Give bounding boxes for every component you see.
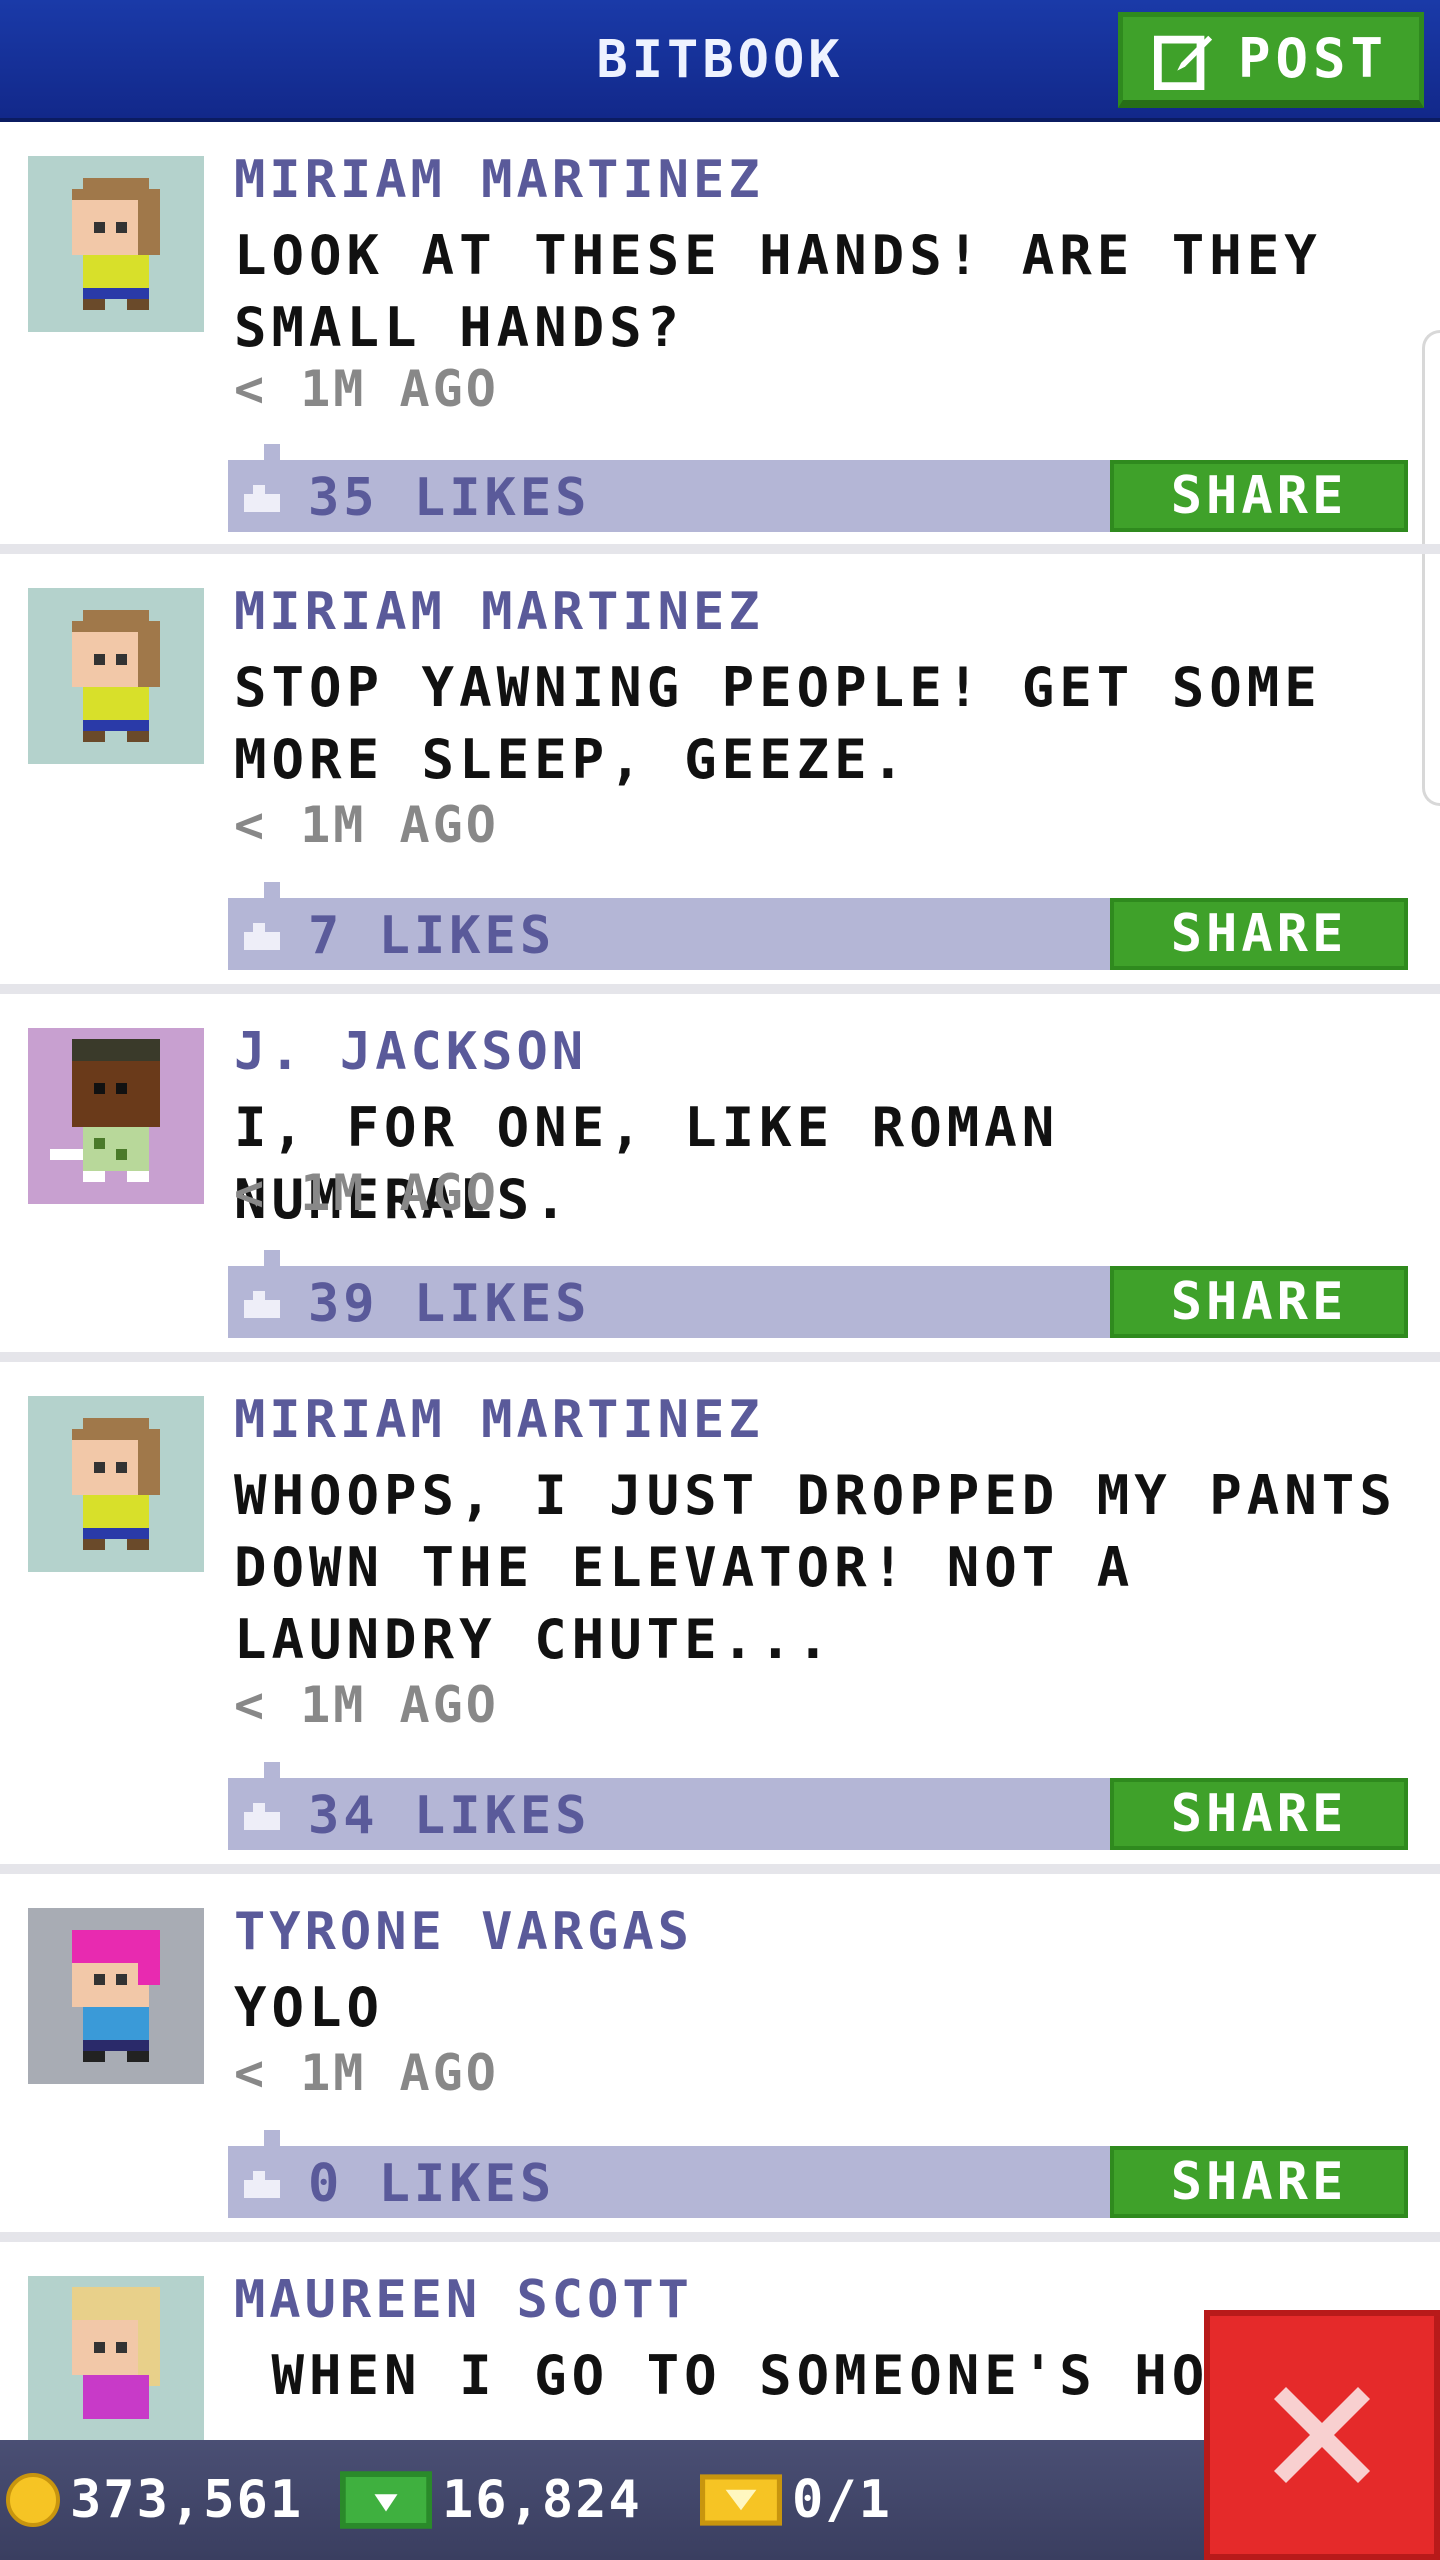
likes-count: 0 LIKES	[308, 2154, 556, 2214]
likes-count: 7 LIKES	[308, 906, 556, 966]
like-bar: 34 LIKES SHARE	[228, 1762, 1408, 1850]
post-item: TYRONE VARGAS YOLO < 1M AGO 0 LIKES SHAR…	[0, 1874, 1440, 2242]
thumbs-up-icon[interactable]	[244, 1288, 280, 1318]
post-item: MIRIAM MARTINEZ STOP YAWNING PEOPLE! GET…	[0, 554, 1440, 994]
thumbs-up-icon[interactable]	[244, 1800, 280, 1830]
post-button[interactable]: POST	[1118, 12, 1424, 108]
thumbs-up-icon[interactable]	[244, 920, 280, 950]
post-item: MIRIAM MARTINEZ LOOK AT THESE HANDS! ARE…	[0, 122, 1440, 554]
tickets-stat: 0/1	[700, 2470, 892, 2530]
share-button[interactable]: SHARE	[1110, 898, 1408, 970]
like-bar: 35 LIKES SHARE	[228, 444, 1408, 532]
close-button[interactable]	[1204, 2310, 1440, 2560]
post-item: J. JACKSON I, FOR ONE, LIKE ROMAN NUMERA…	[0, 994, 1440, 1362]
bux-value: 16,824	[442, 2470, 642, 2530]
maureen-avatar-icon	[28, 2276, 204, 2452]
post-author: MIRIAM MARTINEZ	[234, 1390, 764, 1450]
miriam-avatar-icon	[28, 588, 204, 764]
post-author: TYRONE VARGAS	[234, 1902, 693, 1962]
post-button-label: POST	[1237, 27, 1389, 90]
post-time: < 1M AGO	[234, 2044, 499, 2102]
post-author: MIRIAM MARTINEZ	[234, 150, 764, 210]
coins-value: 373,561	[70, 2470, 304, 2530]
close-icon	[1274, 2387, 1370, 2483]
post-time: < 1M AGO	[234, 796, 499, 854]
jackson-avatar-icon	[28, 1028, 204, 1204]
share-button[interactable]: SHARE	[1110, 1778, 1408, 1850]
like-bar: 39 LIKES SHARE	[228, 1250, 1408, 1338]
miriam-avatar-icon	[28, 156, 204, 332]
coins-stat: 373,561	[6, 2470, 303, 2530]
ticket-icon	[700, 2474, 782, 2526]
tickets-value: 0/1	[792, 2470, 892, 2530]
post-text: LOOK AT THESE HANDS! ARE THEY SMALL HAND…	[234, 224, 1322, 359]
post-text: STOP YAWNING PEOPLE! GET SOME MORE SLEEP…	[234, 656, 1322, 791]
post-time: < 1M AGO	[234, 360, 499, 418]
share-button[interactable]: SHARE	[1110, 1266, 1408, 1338]
avatar[interactable]	[28, 156, 204, 332]
post-text: WHOOPS, I JUST DROPPED MY PANTS DOWN THE…	[234, 1464, 1397, 1671]
like-bar: 0 LIKES SHARE	[228, 2130, 1408, 2218]
coin-icon	[6, 2473, 60, 2527]
avatar[interactable]	[28, 2276, 204, 2452]
post-time: < 1M AGO	[234, 1164, 499, 1222]
edit-icon	[1153, 35, 1213, 90]
like-bar: 7 LIKES SHARE	[228, 882, 1408, 970]
avatar[interactable]	[28, 588, 204, 764]
share-button[interactable]: SHARE	[1110, 2146, 1408, 2218]
likes-count: 34 LIKES	[308, 1786, 591, 1846]
avatar[interactable]	[28, 1908, 204, 2084]
avatar[interactable]	[28, 1396, 204, 1572]
share-button[interactable]: SHARE	[1110, 460, 1408, 532]
post-author: MAUREEN SCOTT	[234, 2270, 693, 2330]
likes-count: 35 LIKES	[308, 468, 591, 528]
likes-count: 39 LIKES	[308, 1274, 591, 1334]
top-bar: BITBOOK POST	[0, 0, 1440, 122]
avatar[interactable]	[28, 1028, 204, 1204]
tyrone-avatar-icon	[28, 1908, 204, 2084]
post-author: J. JACKSON	[234, 1022, 588, 1082]
post-text: YOLO	[234, 1976, 385, 2039]
bux-stat: 16,824	[340, 2470, 642, 2530]
thumbs-up-icon[interactable]	[244, 482, 280, 512]
feed: MIRIAM MARTINEZ LOOK AT THESE HANDS! ARE…	[0, 122, 1440, 2542]
post-time: < 1M AGO	[234, 1676, 499, 1734]
post-item: MIRIAM MARTINEZ WHOOPS, I JUST DROPPED M…	[0, 1362, 1440, 1874]
post-author: MIRIAM MARTINEZ	[234, 582, 764, 642]
thumbs-up-icon[interactable]	[244, 2168, 280, 2198]
miriam-avatar-icon	[28, 1396, 204, 1572]
bux-icon	[340, 2471, 432, 2529]
